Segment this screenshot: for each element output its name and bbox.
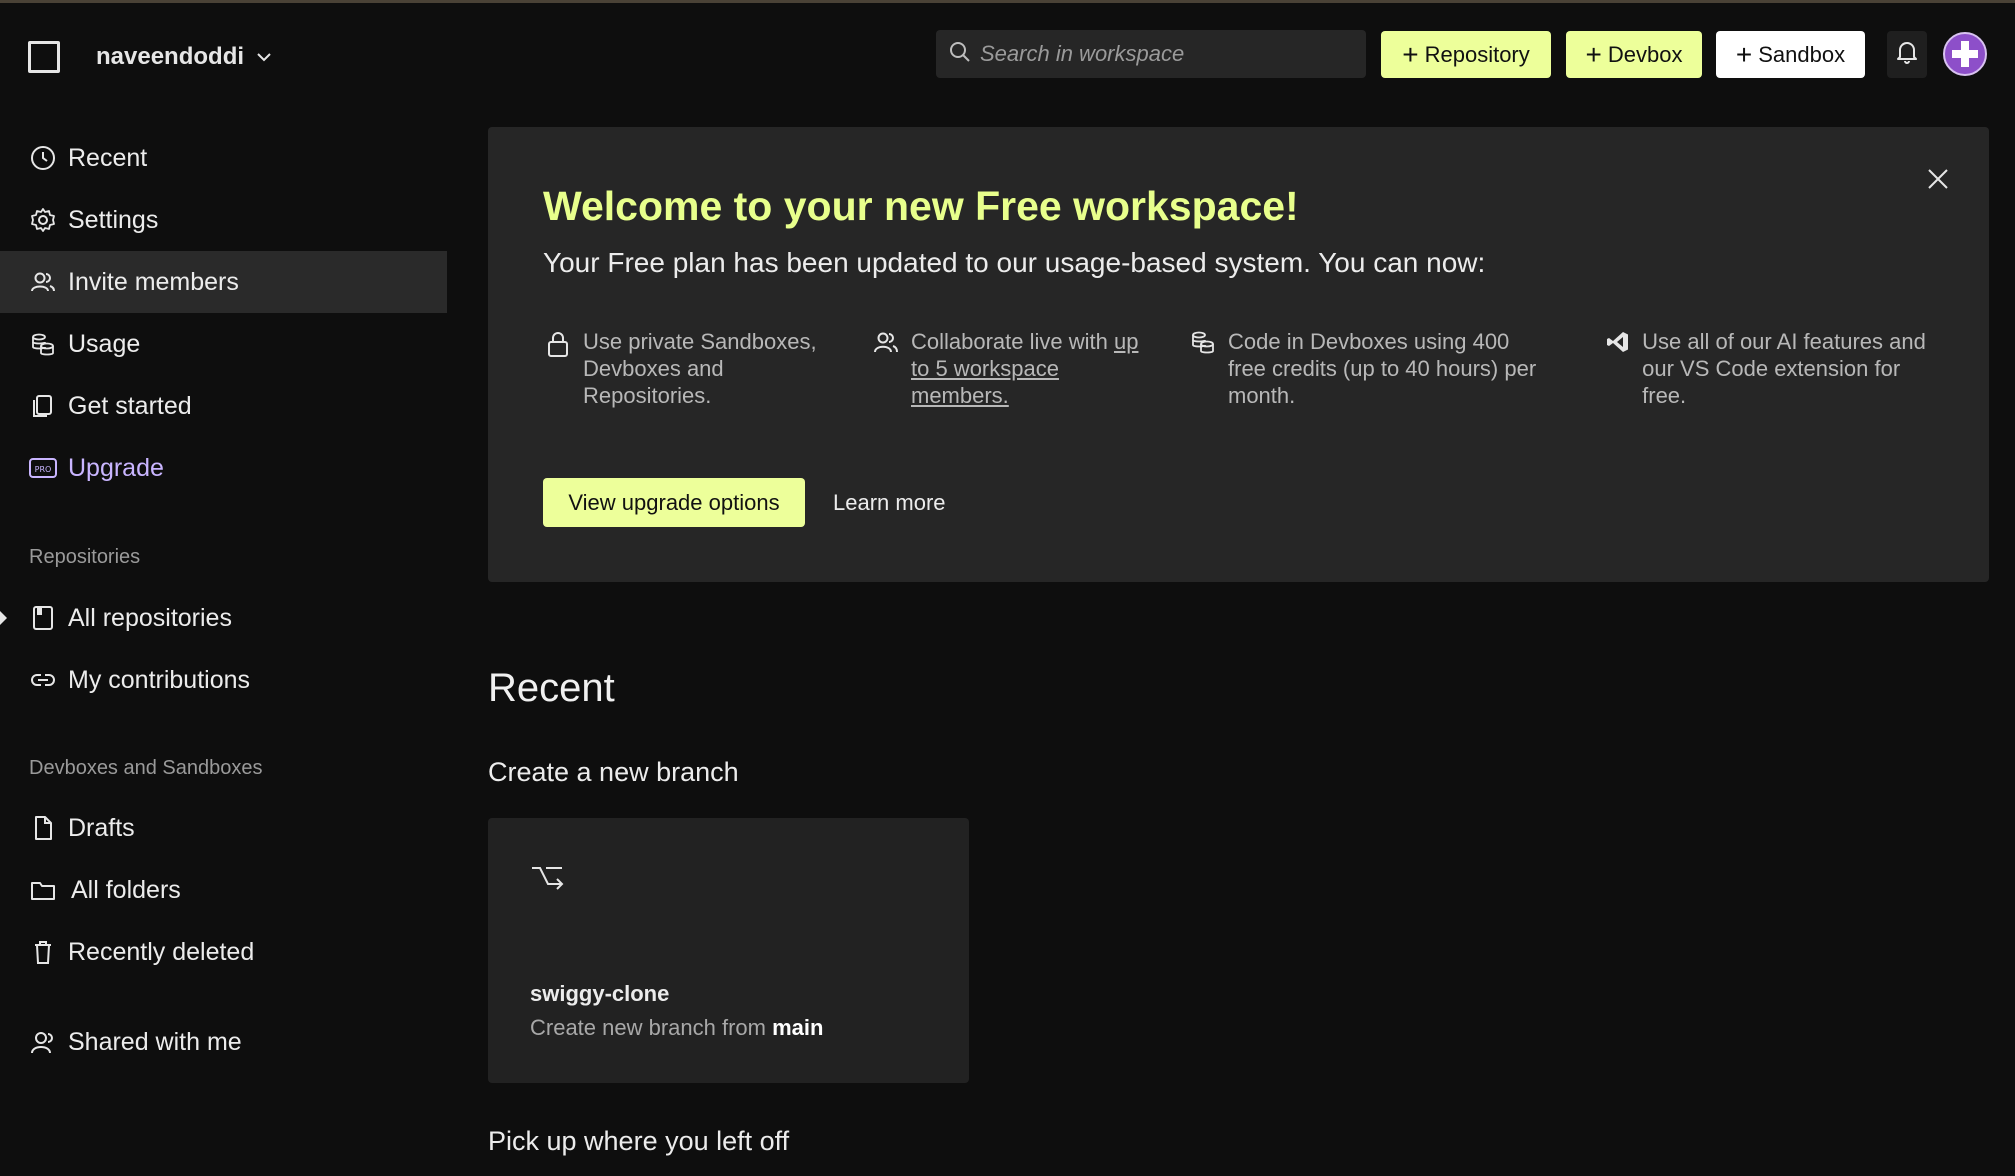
sidebar-item-shared-with-me[interactable]: Shared with me [0,1011,447,1073]
sidebar-item-all-repositories[interactable]: All repositories [0,587,447,649]
folder-icon [29,876,57,904]
users-icon [29,268,57,296]
section-heading-create-branch: Create a new branch [488,757,739,787]
book-icon [29,604,57,632]
sidebar-item-settings[interactable]: Settings [0,189,447,251]
page-title: Recent [488,666,615,710]
sidebar-item-label: My contributions [68,665,251,694]
sidebar-item-label: All folders [71,875,181,904]
close-icon[interactable] [1924,165,1952,193]
lock-icon [543,330,573,360]
sidebar-item-label: Upgrade [68,453,164,482]
feature-private: Use private Sandboxes, Devboxes and Repo… [543,328,843,409]
sidebar-item-recently-deleted[interactable]: Recently deleted [0,921,447,983]
button-label: Repository [1424,41,1530,67]
gear-icon [29,206,57,234]
view-upgrade-options-button[interactable]: View upgrade options [543,478,805,527]
banner-title: Welcome to your new Free workspace! [543,183,1299,229]
search-bar[interactable] [936,30,1366,78]
workspace-name: naveendoddi [96,43,245,70]
users-icon [871,330,901,360]
button-label: Devbox [1607,41,1683,67]
feature-text: Code in Devboxes using 400 free credits … [1228,329,1537,408]
branch-icon [530,864,564,895]
sidebar-item-label: Invite members [68,267,239,296]
sidebar-item-label: Drafts [68,813,135,842]
sidebar-item-drafts[interactable]: Drafts [0,797,447,859]
sidebar-item-label: Get started [68,391,192,420]
card-description-text: Create new branch from [530,1015,766,1040]
card-description: Create new branch from main [530,1015,823,1041]
feature-ai: Use all of our AI features and our VS Co… [1603,328,1943,409]
sidebar-item-label: Usage [68,329,141,358]
banner-subtitle: Your Free plan has been updated to our u… [543,247,1486,278]
user-icon [29,1028,57,1056]
sidebar-item-label: Shared with me [68,1027,242,1056]
plus-icon: + [1735,38,1753,70]
pro-badge-icon: PRO [29,454,57,482]
vscode-icon [1603,330,1632,360]
sidebar-item-label: Settings [68,205,159,234]
feature-text-prefix: Collaborate live with [911,329,1114,354]
sidebar-item-all-folders[interactable]: All folders [0,859,447,921]
search-icon [948,40,972,69]
sidebar-item-my-contributions[interactable]: My contributions [0,649,447,711]
feature-collaborate: Collaborate live with up to 5 workspace … [871,328,1171,409]
card-branch-name: main [772,1015,824,1040]
clock-icon [29,144,57,172]
sidebar-item-label: Recently deleted [68,937,255,966]
trash-icon [29,938,57,966]
new-sandbox-button[interactable]: + Sandbox [1716,31,1865,78]
sidebar-item-label: All repositories [68,603,232,632]
avatar[interactable] [1943,32,1987,76]
sidebar-item-label: Recent [68,143,148,172]
workspace-logo-icon [28,41,60,73]
bell-icon [1895,39,1919,70]
create-branch-card[interactable]: swiggy-clone Create new branch from main [488,818,969,1083]
link-icon [29,666,57,694]
sidebar-item-recent[interactable]: Recent [0,127,447,189]
search-input[interactable] [980,41,1350,67]
sidebar-item-invite-members[interactable]: Invite members [0,251,447,313]
feature-text: Collaborate live with up to 5 workspace … [911,328,1161,409]
file-icon [29,814,57,842]
sidebar-item-upgrade[interactable]: PRO Upgrade [0,437,447,499]
plus-icon: + [1585,38,1602,70]
documents-icon [29,392,57,420]
sidebar-item-get-started[interactable]: Get started [0,375,447,437]
section-heading-repositories: Repositories [29,546,141,568]
learn-more-link[interactable]: Learn more [833,490,946,516]
new-repository-button[interactable]: + Repository [1381,31,1551,78]
workspace-switcher[interactable]: naveendoddi [28,39,272,75]
feature-credits: Code in Devboxes using 400 free credits … [1188,328,1548,409]
button-label: Sandbox [1758,41,1846,67]
section-heading-pick-up: Pick up where you left off [488,1126,790,1156]
section-heading-devboxes: Devboxes and Sandboxes [29,757,263,779]
feature-text: Use private Sandboxes, Devboxes and Repo… [583,329,817,408]
plus-icon: + [1402,38,1419,70]
notifications-button[interactable] [1887,31,1927,78]
card-repo-name: swiggy-clone [530,981,670,1006]
svg-text:PRO: PRO [35,465,52,474]
feature-text: Use all of our AI features and our VS Co… [1642,329,1926,408]
new-devbox-button[interactable]: + Devbox [1566,31,1702,78]
coins-icon [29,330,57,358]
chevron-down-icon [256,52,272,62]
sidebar-item-usage[interactable]: Usage [0,313,447,375]
coins-icon [1188,330,1218,360]
